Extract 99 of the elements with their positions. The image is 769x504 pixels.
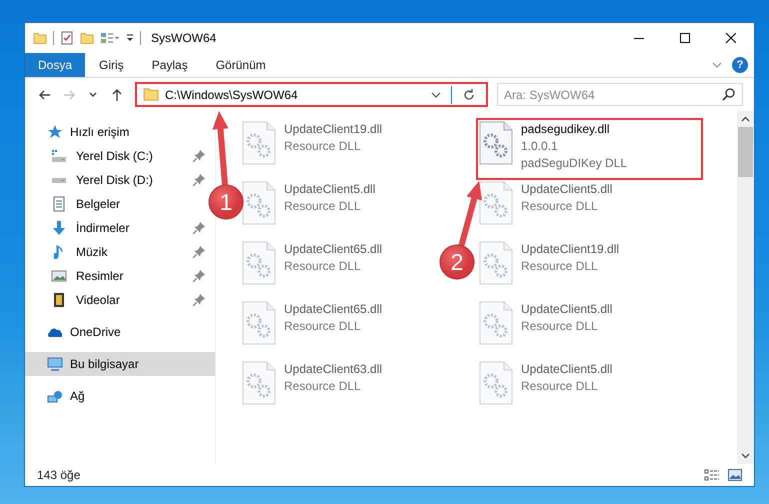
file-name: UpdateClient65.dll bbox=[284, 301, 382, 318]
chevron-down-icon[interactable] bbox=[431, 92, 441, 98]
file-name: UpdateClient5.dll bbox=[521, 181, 612, 198]
file-detail: 1.0.0.1 bbox=[521, 138, 559, 155]
file-item[interactable]: UpdateClient63.dll Resource DLL bbox=[242, 361, 382, 417]
down-arrow-icon bbox=[51, 220, 67, 236]
step-badge: 1 bbox=[208, 184, 244, 220]
sidebar-item[interactable]: Yerel Disk (C:) bbox=[25, 144, 205, 168]
details-view-icon[interactable] bbox=[704, 469, 720, 481]
ribbon-tab[interactable]: Giriş bbox=[85, 53, 138, 77]
sidebar-item[interactable]: Yerel Disk (D:) bbox=[25, 168, 205, 192]
file-name: UpdateClient5.dll bbox=[521, 361, 612, 378]
item-count: 143 öğe bbox=[37, 468, 80, 482]
file-detail: Resource DLL bbox=[521, 258, 599, 275]
picture-icon bbox=[51, 270, 67, 282]
file-name: UpdateClient63.dll bbox=[284, 361, 382, 378]
sidebar-item[interactable]: Ağ bbox=[25, 384, 205, 408]
file-detail: Resource DLL bbox=[521, 198, 599, 215]
customize-toolbar-icon[interactable] bbox=[126, 34, 134, 42]
file-name: UpdateClient5.dll bbox=[284, 181, 376, 198]
gear-file-icon bbox=[479, 301, 513, 345]
file-item[interactable]: UpdateClient5.dll Resource DLL bbox=[242, 181, 376, 237]
pin-icon[interactable] bbox=[193, 174, 205, 186]
close-icon bbox=[726, 33, 736, 43]
network-icon bbox=[47, 390, 63, 402]
pin-icon[interactable] bbox=[193, 294, 205, 306]
pin-icon[interactable] bbox=[193, 222, 205, 234]
sidebar-item[interactable]: Hızlı erişim bbox=[25, 120, 205, 144]
file-name: padsegudikey.dll bbox=[521, 121, 611, 138]
large-icons-view-icon[interactable] bbox=[728, 469, 742, 481]
sidebar-item[interactable]: OneDrive bbox=[25, 320, 205, 344]
film-icon bbox=[53, 292, 65, 308]
window-title: SysWOW64 bbox=[151, 31, 218, 45]
scroll-up-icon[interactable] bbox=[741, 116, 750, 122]
maximize-icon bbox=[680, 33, 690, 43]
sidebar-item[interactable]: Videolar bbox=[25, 288, 205, 312]
gear-file-icon bbox=[242, 301, 276, 345]
document-icon bbox=[53, 196, 65, 212]
sidebar-item[interactable]: Belgeler bbox=[25, 192, 205, 216]
file-item[interactable]: UpdateClient5.dll Resource DLL bbox=[479, 181, 612, 237]
gear-file-icon bbox=[242, 361, 276, 405]
pin-icon[interactable] bbox=[193, 270, 205, 282]
ribbon-tab[interactable]: Paylaş bbox=[138, 53, 202, 77]
step-badge: 2 bbox=[440, 244, 474, 280]
sidebar-item[interactable]: Resimler bbox=[25, 264, 205, 288]
ribbon-tab[interactable]: Görünüm bbox=[202, 53, 280, 77]
expand-ribbon-icon[interactable] bbox=[712, 62, 722, 68]
file-item[interactable]: UpdateClient65.dll Resource DLL bbox=[242, 301, 382, 357]
gear-file-icon bbox=[479, 241, 513, 285]
gear-file-icon bbox=[242, 121, 276, 165]
ribbon-tab[interactable]: Dosya bbox=[25, 53, 86, 77]
file-item[interactable]: UpdateClient19.dll Resource DLL bbox=[242, 121, 382, 177]
file-item[interactable]: UpdateClient5.dll Resource DLL bbox=[479, 301, 612, 357]
drive-icon bbox=[51, 149, 67, 163]
file-name: UpdateClient19.dll bbox=[521, 241, 620, 258]
gear-file-icon bbox=[242, 181, 276, 225]
file-detail: Resource DLL bbox=[284, 258, 362, 275]
scrollbar-thumb[interactable] bbox=[738, 127, 753, 177]
file-detail: Resource DLL bbox=[284, 198, 362, 215]
help-button[interactable]: ? bbox=[732, 57, 748, 73]
folder-icon bbox=[33, 32, 47, 44]
cloud-icon bbox=[48, 326, 62, 338]
gear-file-icon bbox=[479, 181, 513, 225]
file-item[interactable]: padsegudikey.dll 1.0.0.1 padSeguDIKey DLL bbox=[479, 121, 700, 177]
sidebar-item[interactable]: Bu bilgisayar bbox=[25, 352, 215, 376]
properties-icon[interactable] bbox=[60, 31, 74, 45]
search-icon bbox=[722, 88, 735, 101]
sidebar-item[interactable]: Müzik bbox=[25, 240, 205, 264]
folder-icon bbox=[143, 88, 159, 101]
gear-file-icon bbox=[479, 361, 513, 405]
file-name: UpdateClient65.dll bbox=[284, 241, 382, 258]
sidebar-item[interactable]: İndirmeler bbox=[25, 216, 205, 240]
file-detail: Resource DLL bbox=[284, 138, 362, 155]
file-item[interactable]: UpdateClient5.dll Resource DLL bbox=[479, 361, 612, 417]
star-icon bbox=[47, 124, 63, 140]
file-detail: padSeguDIKey DLL bbox=[521, 155, 628, 172]
drive-icon bbox=[51, 176, 67, 184]
file-detail: Resource DLL bbox=[521, 378, 599, 395]
search-field[interactable]: Ara: SysWOW64 bbox=[497, 83, 743, 106]
address-bar[interactable]: C:\Windows\SysWOW64 bbox=[135, 82, 488, 107]
music-note-icon bbox=[54, 244, 64, 260]
pin-icon[interactable] bbox=[193, 246, 205, 258]
file-detail: Resource DLL bbox=[284, 318, 362, 335]
file-name: UpdateClient5.dll bbox=[521, 301, 612, 318]
file-item[interactable]: UpdateClient65.dll Resource DLL bbox=[242, 241, 382, 297]
view-icon[interactable] bbox=[100, 32, 120, 44]
arrow bbox=[458, 181, 482, 248]
refresh-icon[interactable] bbox=[462, 88, 476, 102]
pin-icon[interactable] bbox=[193, 150, 205, 162]
file-item[interactable]: UpdateClient19.dll Resource DLL bbox=[479, 241, 620, 297]
new-folder-icon bbox=[80, 32, 94, 44]
monitor-icon bbox=[47, 356, 63, 372]
gear-file-icon bbox=[479, 121, 513, 165]
file-name: UpdateClient19.dll bbox=[284, 121, 382, 138]
scroll-down-icon[interactable] bbox=[741, 453, 750, 459]
gear-file-icon bbox=[242, 241, 276, 285]
file-detail: Resource DLL bbox=[521, 318, 599, 335]
chevron-down-icon bbox=[89, 92, 97, 97]
file-detail: Resource DLL bbox=[284, 378, 362, 395]
